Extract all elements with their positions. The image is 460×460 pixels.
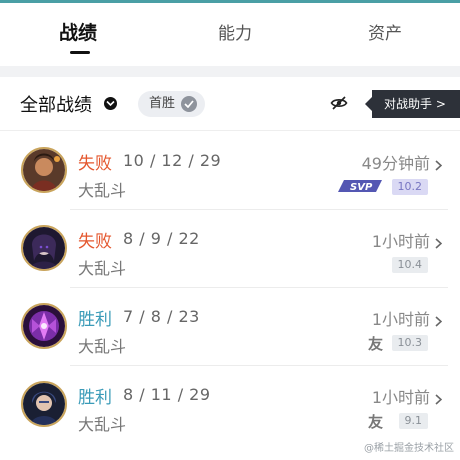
friend-badge: 友 [368, 413, 384, 431]
friend-badge: 友 [368, 335, 384, 353]
check-icon [181, 96, 198, 112]
tab-assets[interactable]: 资产 [368, 19, 402, 44]
match-mode: 大乱斗 [78, 181, 127, 200]
section-separator [0, 66, 460, 77]
match-result: 胜利 [78, 388, 112, 408]
first-win-chip[interactable]: 首胜 [138, 91, 206, 117]
battle-assistant-button[interactable]: 对战助手 > [365, 90, 460, 118]
match-version: 9.1 [398, 413, 428, 429]
tab-record[interactable]: 战绩 [59, 18, 97, 45]
chevron-right-icon [435, 312, 443, 331]
champion-avatar [21, 381, 67, 427]
match-kda: 8 / 11 / 29 [123, 385, 211, 404]
match-version: 10.4 [391, 257, 428, 273]
champion-avatar [21, 303, 67, 349]
match-time: 1小时前 [371, 388, 430, 407]
match-mode: 大乱斗 [78, 337, 127, 356]
svp-badge: SVP [336, 176, 384, 196]
match-result: 失败 [78, 154, 112, 174]
tab-ability[interactable]: 能力 [218, 19, 252, 44]
champion-avatar [21, 225, 67, 271]
active-tab-indicator [70, 51, 90, 54]
svp-badge-text: SVP [350, 182, 373, 193]
champion-avatar [21, 147, 67, 193]
chevron-right-icon [435, 234, 443, 253]
match-row[interactable]: 失败 10 / 12 / 29 大乱斗 49分钟前 SVP 10.2 [0, 132, 460, 210]
match-result: 胜利 [78, 310, 112, 330]
match-row[interactable]: 胜利 8 / 11 / 29 大乱斗 1小时前 友 9.1 [0, 366, 460, 444]
watermark: @稀土掘金技术社区 [364, 443, 454, 454]
match-time: 1小时前 [371, 310, 430, 329]
match-kda: 10 / 12 / 29 [123, 151, 222, 170]
match-mode: 大乱斗 [78, 415, 127, 434]
match-version: 10.3 [391, 335, 428, 351]
match-row[interactable]: 胜利 7 / 8 / 23 大乱斗 1小时前 友 10.3 [0, 288, 460, 366]
record-filter-dropdown[interactable]: 全部战绩 [20, 91, 92, 117]
chevron-right-icon [435, 156, 443, 175]
match-time: 49分钟前 [361, 154, 430, 173]
match-kda: 8 / 9 / 22 [123, 229, 200, 248]
tab-bar: 战绩 能力 资产 [0, 3, 460, 61]
match-time: 1小时前 [371, 232, 430, 251]
match-row[interactable]: 失败 8 / 9 / 22 大乱斗 1小时前 10.4 [0, 210, 460, 288]
match-mode: 大乱斗 [78, 259, 127, 278]
filter-bar: 全部战绩 首胜 对战助手 > [0, 77, 460, 131]
chevron-down-icon[interactable] [104, 97, 117, 110]
first-win-chip-label: 首胜 [149, 96, 176, 111]
match-kda: 7 / 8 / 23 [123, 307, 200, 326]
eye-hidden-icon[interactable] [330, 95, 348, 115]
match-version: 10.2 [391, 179, 428, 195]
chevron-right-icon [435, 390, 443, 409]
match-result: 失败 [78, 232, 112, 252]
